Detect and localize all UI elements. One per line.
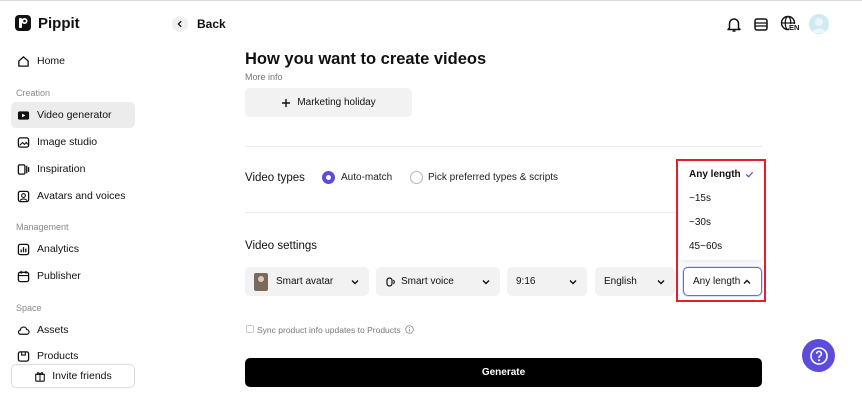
sidebar-section-title: Management (16, 222, 69, 232)
pick-preferred-label[interactable]: Pick preferred types & scripts (428, 172, 558, 183)
user-avatar-icon (812, 18, 826, 33)
highlight-annotation-box (676, 159, 766, 302)
voice-select[interactable]: Smart voice (376, 267, 500, 296)
voice-icon (386, 276, 395, 287)
aspect-ratio-select[interactable]: 9:16 (507, 267, 587, 296)
marketing-holiday-button[interactable]: Marketing holiday (245, 88, 412, 117)
video-generator-icon (17, 110, 30, 120)
chevron-down-icon (482, 279, 490, 284)
info-icon[interactable] (405, 325, 414, 334)
video-types-label: Video types (245, 172, 305, 184)
language-badge: EN (789, 23, 800, 32)
avatar-thumbnail (254, 272, 268, 291)
sidebar-section-title: Space (16, 303, 42, 313)
voice-select-value: Smart voice (401, 276, 454, 287)
sidebar-section-title: Creation (16, 88, 51, 98)
analytics-icon (17, 243, 30, 255)
marketing-holiday-label: Marketing holiday (297, 97, 376, 108)
avatar-icon (17, 190, 30, 202)
invite-friends-label: Invite friends (52, 370, 112, 382)
image-studio-icon (17, 136, 30, 148)
help-button[interactable] (802, 339, 835, 372)
pick-preferred-radio[interactable] (410, 171, 423, 184)
cloud-icon (17, 325, 30, 335)
calendar-icon (17, 270, 30, 282)
language-switcher[interactable]: EN (780, 14, 802, 34)
auto-match-radio[interactable] (322, 171, 335, 184)
sidebar-item-label: Inspiration (37, 163, 86, 175)
sidebar-item-label: Image studio (37, 136, 98, 148)
sidebar-item-label: Home (37, 55, 66, 67)
sidebar-item-label: Assets (37, 324, 69, 336)
sidebar-item-home[interactable]: Home (11, 48, 135, 74)
language-value: English (604, 276, 637, 287)
generate-button[interactable]: Generate (245, 358, 762, 387)
avatar-select[interactable]: Smart avatar (245, 267, 369, 296)
user-avatar[interactable] (809, 14, 829, 34)
sidebar-item-image-studio[interactable]: Image studio (11, 129, 135, 155)
sidebar-item-avatars-and-voices[interactable]: Avatars and voices (11, 183, 135, 209)
sidebar-item-analytics[interactable]: Analytics (11, 236, 135, 262)
invite-friends-button[interactable]: Invite friends (11, 364, 135, 388)
video-settings-label: Video settings (245, 240, 318, 252)
app-logo[interactable]: Pippit (14, 14, 80, 32)
aspect-ratio-value: 9:16 (516, 276, 536, 287)
sidebar-item-assets[interactable]: Assets (11, 317, 135, 343)
page-title: How you want to create videos (245, 50, 487, 68)
chevron-down-icon (657, 279, 665, 284)
back-label[interactable]: Back (197, 17, 226, 31)
sidebar-item-label: Products (37, 350, 79, 362)
app-name: Pippit (38, 14, 80, 32)
pippit-logo-icon (15, 15, 31, 31)
product-box-icon (17, 350, 30, 362)
home-icon (18, 55, 29, 67)
chevron-down-icon (351, 279, 359, 284)
chevron-down-icon (569, 279, 577, 284)
sidebar-item-label: Analytics (37, 243, 80, 255)
top-border (0, 0, 862, 1)
sync-label[interactable]: Sync product info updates to Products (257, 325, 401, 335)
sidebar-item-label: Publisher (37, 270, 81, 282)
gift-icon (35, 372, 46, 382)
inspiration-icon (17, 163, 30, 175)
avatar-select-value: Smart avatar (276, 276, 334, 287)
sidebar-item-label: Avatars and voices (37, 190, 126, 202)
chevron-left-icon (177, 20, 182, 28)
section-divider (245, 146, 762, 147)
sidebar-item-label: Video generator (37, 109, 112, 121)
auto-match-label[interactable]: Auto-match (341, 172, 392, 183)
question-icon (809, 346, 828, 365)
sidebar-item-inspiration[interactable]: Inspiration (11, 156, 135, 182)
plus-icon (282, 98, 291, 107)
language-select[interactable]: English (595, 267, 675, 296)
sidebar-item-publisher[interactable]: Publisher (11, 263, 135, 289)
bell-icon[interactable] (725, 15, 743, 33)
sync-checkbox[interactable] (246, 325, 254, 333)
sidebar-item-video-generator[interactable]: Video generator (11, 102, 135, 128)
more-info-label: More info (245, 72, 283, 80)
back-button[interactable] (172, 16, 188, 32)
wallet-icon[interactable] (752, 15, 770, 33)
